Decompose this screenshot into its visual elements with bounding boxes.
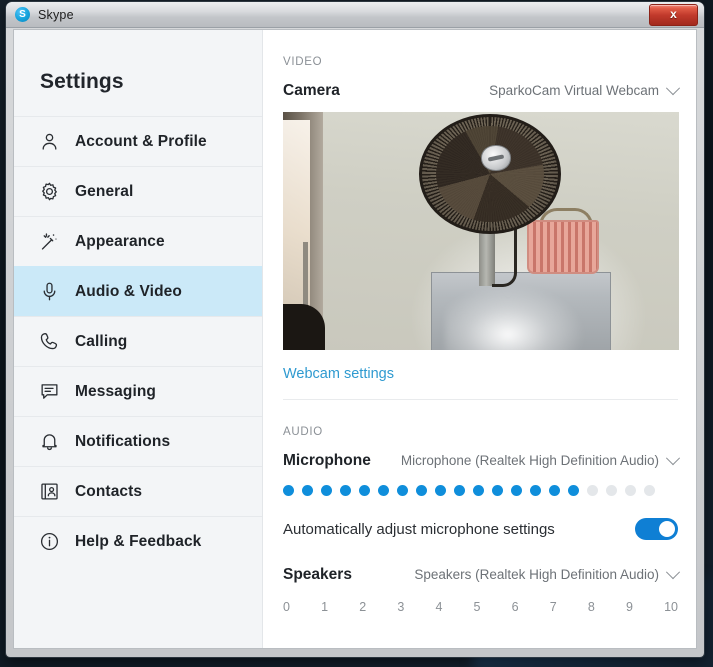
mic-level-dot (454, 485, 465, 496)
speaker-scale-tick: 2 (359, 600, 367, 614)
sidebar-item-label: Account & Profile (75, 132, 207, 150)
info-icon (38, 531, 60, 553)
sidebar-item-account-profile[interactable]: Account & Profile (14, 116, 262, 166)
mic-level-dot (492, 485, 503, 496)
mic-level-dot (625, 485, 636, 496)
camera-row: Camera SparkoCam Virtual Webcam (283, 80, 696, 100)
mic-level-dot (511, 485, 522, 496)
preview-fan (419, 114, 561, 234)
speakers-row: Speakers Speakers (Realtek High Definiti… (283, 564, 696, 584)
microphone-select[interactable]: Microphone (Realtek High Definition Audi… (400, 450, 681, 468)
mic-level-dot (549, 485, 560, 496)
section-divider (283, 399, 678, 400)
auto-adjust-toggle[interactable] (635, 518, 678, 540)
gear-icon (38, 181, 60, 203)
mic-level-dot (416, 485, 427, 496)
window-title: Skype (38, 7, 74, 22)
speaker-volume-scale[interactable]: 0 1 2 3 4 5 6 7 8 9 10 (283, 600, 696, 614)
sidebar-item-help-feedback[interactable]: Help & Feedback (14, 516, 262, 566)
speaker-scale-tick: 1 (321, 600, 329, 614)
skype-window: S Skype x Settings Account & Profile Gen… (6, 2, 704, 657)
settings-sidebar: Settings Account & Profile General Appea… (14, 30, 263, 648)
mic-level-dot (473, 485, 484, 496)
microphone-row: Microphone Microphone (Realtek High Defi… (283, 450, 696, 470)
mic-level-dot (340, 485, 351, 496)
sidebar-item-label: Audio & Video (75, 282, 182, 300)
close-button[interactable]: x (649, 4, 698, 26)
chevron-down-icon (665, 80, 681, 95)
mic-level-dot (283, 485, 294, 496)
contact-card-icon (38, 481, 60, 503)
sidebar-item-label: Contacts (75, 482, 143, 500)
microphone-icon (38, 281, 60, 303)
speaker-scale-tick: 7 (549, 600, 557, 614)
camera-preview (283, 112, 679, 350)
microphone-level-meter (283, 485, 696, 496)
mic-level-dot (302, 485, 313, 496)
sidebar-item-label: Appearance (75, 232, 165, 250)
skype-logo-icon: S (15, 7, 30, 22)
sidebar-item-label: General (75, 182, 134, 200)
mic-level-dot (587, 485, 598, 496)
webcam-settings-link[interactable]: Webcam settings (283, 366, 394, 382)
audio-section-label: AUDIO (283, 426, 323, 438)
speaker-scale-tick: 0 (283, 600, 290, 614)
video-section-label: VIDEO (283, 56, 323, 68)
preview-dark-corner (283, 304, 325, 350)
speakers-select[interactable]: Speakers (Realtek High Definition Audio) (414, 564, 681, 582)
preview-fan-blades (436, 126, 544, 222)
toggle-knob (659, 521, 675, 537)
sidebar-item-label: Help & Feedback (75, 532, 202, 550)
auto-adjust-label: Automatically adjust microphone settings (283, 520, 555, 538)
sidebar-item-general[interactable]: General (14, 166, 262, 216)
settings-content: VIDEO Camera SparkoCam Virtual Webcam We… (263, 30, 696, 648)
chevron-down-icon (665, 564, 681, 579)
bell-icon (38, 431, 60, 453)
microphone-select-value: Microphone (Realtek High Definition Audi… (400, 453, 659, 468)
mic-level-dot (606, 485, 617, 496)
mic-level-dot (530, 485, 541, 496)
sidebar-item-audio-video[interactable]: Audio & Video (14, 266, 262, 316)
sidebar-item-label: Notifications (75, 432, 171, 450)
mic-level-dot (568, 485, 579, 496)
speakers-label: Speakers (283, 566, 352, 583)
client-area: Settings Account & Profile General Appea… (13, 29, 697, 649)
chevron-down-icon (665, 450, 681, 465)
auto-adjust-row: Automatically adjust microphone settings (283, 518, 696, 540)
mic-level-dot (359, 485, 370, 496)
camera-select[interactable]: SparkoCam Virtual Webcam (489, 80, 681, 98)
speaker-scale-tick: 3 (397, 600, 405, 614)
sidebar-item-calling[interactable]: Calling (14, 316, 262, 366)
page-title: Settings (40, 70, 124, 93)
sidebar-item-contacts[interactable]: Contacts (14, 466, 262, 516)
mic-level-dot (435, 485, 446, 496)
speaker-scale-tick: 5 (473, 600, 481, 614)
sidebar-item-appearance[interactable]: Appearance (14, 216, 262, 266)
sidebar-item-notifications[interactable]: Notifications (14, 416, 262, 466)
window-titlebar: S Skype x (6, 2, 704, 28)
chat-icon (38, 381, 60, 403)
sidebar-item-label: Messaging (75, 382, 157, 400)
wand-icon (38, 231, 60, 253)
microphone-label: Microphone (283, 452, 371, 469)
sidebar-item-label: Calling (75, 332, 128, 350)
sidebar-item-messaging[interactable]: Messaging (14, 366, 262, 416)
mic-level-dot (378, 485, 389, 496)
speaker-scale-tick: 10 (664, 600, 678, 614)
mic-level-dot (397, 485, 408, 496)
mic-level-dot (321, 485, 332, 496)
phone-icon (38, 331, 60, 353)
camera-select-value: SparkoCam Virtual Webcam (489, 83, 659, 98)
preview-cabinet-glare (445, 284, 585, 350)
person-icon (38, 131, 60, 153)
camera-label: Camera (283, 82, 340, 99)
speaker-scale-tick: 4 (435, 600, 443, 614)
speaker-scale-tick: 9 (625, 600, 633, 614)
mic-level-dot (644, 485, 655, 496)
speakers-select-value: Speakers (Realtek High Definition Audio) (414, 567, 659, 582)
speaker-scale-tick: 6 (511, 600, 519, 614)
speaker-scale-tick: 8 (587, 600, 595, 614)
